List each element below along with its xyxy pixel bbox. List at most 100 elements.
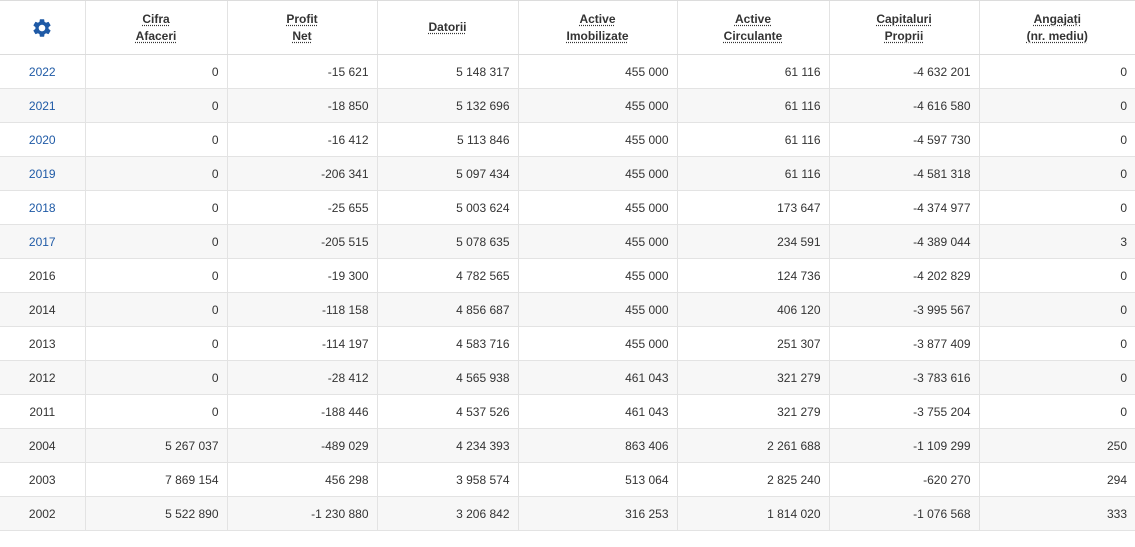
gear-icon[interactable] bbox=[31, 17, 53, 39]
cell-datorii: 5 097 434 bbox=[376, 156, 518, 191]
sort-link[interactable]: Profit Net bbox=[286, 11, 317, 45]
cell-capitaluri-proprii: -3 755 204 bbox=[828, 394, 979, 429]
year-label: 2002 bbox=[28, 506, 56, 521]
cell-active-imobilizate: 455 000 bbox=[517, 224, 677, 259]
sort-link[interactable]: Datorii bbox=[428, 19, 466, 36]
column-header-active-imobilizate[interactable]: Active Imobilizate bbox=[517, 0, 677, 55]
column-header-profit-net[interactable]: Profit Net bbox=[226, 0, 377, 55]
cell-active-circulante: 173 647 bbox=[676, 190, 829, 225]
cell-active-imobilizate: 455 000 bbox=[517, 292, 677, 327]
header-line-2: Imobilizate bbox=[566, 28, 629, 43]
cell-active-imobilizate: 455 000 bbox=[517, 156, 677, 191]
cell-active-imobilizate: 863 406 bbox=[517, 428, 677, 463]
year-link[interactable]: 2022 bbox=[29, 65, 56, 79]
cell-profit-net: -16 412 bbox=[226, 122, 377, 157]
header-line-1: Profit bbox=[286, 11, 318, 26]
table-row: 2019 0 -206 341 5 097 434 455 000 61 116 -4 58… bbox=[0, 156, 1135, 191]
year-link[interactable]: 2021 bbox=[29, 99, 56, 113]
cell-datorii: 4 583 716 bbox=[376, 326, 518, 361]
cell-angajati: 0 bbox=[978, 88, 1135, 123]
cell-active-circulante: 2 825 240 bbox=[676, 462, 829, 497]
cell-active-imobilizate: 455 000 bbox=[517, 190, 677, 225]
cell-active-imobilizate: 455 000 bbox=[517, 258, 677, 293]
cell-cifra-afaceri: 0 bbox=[84, 292, 227, 327]
year-link[interactable]: 2018 bbox=[29, 201, 56, 215]
cell-profit-net: -206 341 bbox=[226, 156, 377, 191]
year-cell: 2002 bbox=[0, 496, 85, 531]
sort-link[interactable]: Active Imobilizate bbox=[566, 11, 628, 45]
table-row: 2022 0 -15 621 5 148 317 455 000 61 116 -4 632… bbox=[0, 54, 1135, 89]
cell-active-imobilizate: 513 064 bbox=[517, 462, 677, 497]
year-label: 2016 bbox=[28, 268, 56, 283]
cell-active-circulante: 2 261 688 bbox=[676, 428, 829, 463]
year-cell: 2021 bbox=[0, 88, 85, 123]
year-cell: 2016 bbox=[0, 258, 85, 293]
cell-capitaluri-proprii: -4 616 580 bbox=[828, 88, 979, 123]
table-row: 2021 0 -18 850 5 132 696 455 000 61 116 -4 616… bbox=[0, 88, 1135, 123]
cell-active-imobilizate: 461 043 bbox=[517, 360, 677, 395]
cell-profit-net: -205 515 bbox=[226, 224, 377, 259]
column-header-datorii[interactable]: Datorii bbox=[376, 0, 518, 55]
cell-angajati: 0 bbox=[978, 360, 1135, 395]
table-row: 2018 0 -25 655 5 003 624 455 000 173 647 -4 37… bbox=[0, 190, 1135, 225]
header-line-1: Active bbox=[734, 11, 772, 26]
cell-angajati: 0 bbox=[978, 394, 1135, 429]
cell-cifra-afaceri: 0 bbox=[84, 326, 227, 361]
header-line-1: Active bbox=[579, 11, 616, 26]
cell-datorii: 4 782 565 bbox=[376, 258, 518, 293]
year-cell: 2011 bbox=[0, 394, 85, 429]
column-header-cifra-afaceri[interactable]: Cifra Afaceri bbox=[84, 0, 227, 55]
year-link[interactable]: 2020 bbox=[29, 133, 56, 147]
sort-link[interactable]: Capitaluri Proprii bbox=[876, 11, 931, 45]
cell-active-imobilizate: 455 000 bbox=[517, 88, 677, 123]
header-line-1: Capitaluri bbox=[876, 11, 932, 26]
cell-angajati: 0 bbox=[978, 292, 1135, 327]
table-row: 2014 0 -118 158 4 856 687 455 000 406 120 -3 9… bbox=[0, 292, 1135, 327]
column-header-angajati[interactable]: Angajați (nr. mediu) bbox=[978, 0, 1135, 55]
cell-datorii: 4 856 687 bbox=[376, 292, 518, 327]
cell-angajati: 0 bbox=[978, 54, 1135, 89]
cell-datorii: 3 206 842 bbox=[376, 496, 518, 531]
cell-cifra-afaceri: 0 bbox=[84, 360, 227, 395]
cell-datorii: 4 537 526 bbox=[376, 394, 518, 429]
cell-datorii: 4 234 393 bbox=[376, 428, 518, 463]
sort-link[interactable]: Angajați (nr. mediu) bbox=[1027, 11, 1088, 45]
cell-cifra-afaceri: 0 bbox=[84, 258, 227, 293]
cell-cifra-afaceri: 0 bbox=[84, 54, 227, 89]
cell-cifra-afaceri: 5 522 890 bbox=[84, 496, 227, 531]
sort-link[interactable]: Active Circulante bbox=[724, 11, 783, 45]
table-row: 2004 5 267 037 -489 029 4 234 393 863 406 2 2… bbox=[0, 428, 1135, 463]
cell-active-circulante: 61 116 bbox=[676, 156, 829, 191]
cell-active-circulante: 406 120 bbox=[676, 292, 829, 327]
year-cell: 2019 bbox=[0, 156, 85, 191]
cell-active-circulante: 124 736 bbox=[676, 258, 829, 293]
cell-cifra-afaceri: 7 869 154 bbox=[84, 462, 227, 497]
year-cell: 2013 bbox=[0, 326, 85, 361]
cell-angajati: 0 bbox=[978, 156, 1135, 191]
table-header: Cifra Afaceri Profit Net Datorii Active … bbox=[0, 0, 1135, 55]
cell-capitaluri-proprii: -4 632 201 bbox=[828, 54, 979, 89]
table-row: 2012 0 -28 412 4 565 938 461 043 321 279 -3 78… bbox=[0, 360, 1135, 395]
cell-profit-net: -15 621 bbox=[226, 54, 377, 89]
cell-cifra-afaceri: 0 bbox=[84, 190, 227, 225]
column-header-active-circulante[interactable]: Active Circulante bbox=[676, 0, 829, 55]
year-label: 2012 bbox=[28, 370, 56, 385]
table-row: 2017 0 -205 515 5 078 635 455 000 234 591 -4 3… bbox=[0, 224, 1135, 259]
cell-active-imobilizate: 455 000 bbox=[517, 326, 677, 361]
cell-active-circulante: 61 116 bbox=[676, 122, 829, 157]
cell-profit-net: -18 850 bbox=[226, 88, 377, 123]
cell-cifra-afaceri: 0 bbox=[84, 88, 227, 123]
cell-angajati: 0 bbox=[978, 258, 1135, 293]
year-link[interactable]: 2019 bbox=[29, 167, 56, 181]
cell-active-circulante: 251 307 bbox=[676, 326, 829, 361]
sort-link[interactable]: Cifra Afaceri bbox=[136, 11, 177, 45]
column-header-capitaluri-proprii[interactable]: Capitaluri Proprii bbox=[828, 0, 979, 55]
cell-profit-net: -489 029 bbox=[226, 428, 377, 463]
cell-active-imobilizate: 461 043 bbox=[517, 394, 677, 429]
cell-datorii: 4 565 938 bbox=[376, 360, 518, 395]
table-row: 2003 7 869 154 456 298 3 958 574 513 064 2 82… bbox=[0, 462, 1135, 497]
cell-angajati: 3 bbox=[978, 224, 1135, 259]
cell-cifra-afaceri: 0 bbox=[84, 224, 227, 259]
year-link[interactable]: 2017 bbox=[29, 235, 56, 249]
table-row: 2002 5 522 890 -1 230 880 3 206 842 316 253 1… bbox=[0, 496, 1135, 531]
